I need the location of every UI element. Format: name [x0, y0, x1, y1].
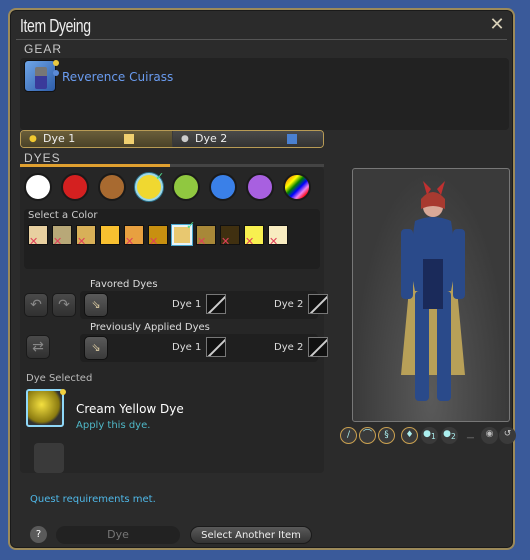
select-color-label: Select a Color: [28, 210, 98, 221]
previous-dye2-label: Dye 2: [274, 342, 304, 353]
empty-item-slot[interactable]: [34, 443, 64, 473]
favored-dyes-label: Favored Dyes: [90, 279, 158, 290]
category-green[interactable]: [172, 173, 200, 201]
category-white[interactable]: [24, 173, 52, 201]
dyes-section-label: DYES: [24, 151, 61, 165]
weapon-toggle-icon[interactable]: /: [340, 427, 357, 444]
previous-dye1-slot[interactable]: [206, 337, 226, 357]
unavailable-icon: ✕: [149, 235, 159, 248]
unavailable-icon: ✕: [77, 235, 87, 248]
dye-channel-tabs: ● Dye 1 ● Dye 2: [20, 130, 324, 148]
previously-applied-label: Previously Applied Dyes: [90, 322, 210, 333]
category-red[interactable]: [61, 173, 89, 201]
category-blue[interactable]: [209, 173, 237, 201]
select-another-item-button[interactable]: Select Another Item: [190, 526, 312, 544]
visor-toggle-icon[interactable]: §: [378, 427, 395, 444]
color-swatch[interactable]: ✕: [220, 225, 240, 248]
color-swatch[interactable]: ✕: [52, 225, 72, 248]
select-color-box: Select a Color ✕ ✕ ✕ ✕ ✕ ✓ ✕ ✕ ✕ ✕: [24, 209, 320, 269]
category-purple[interactable]: [246, 173, 274, 201]
item-dyeing-window: Item Dyeing ✕ GEAR Reverence Cuirass ● D…: [8, 8, 516, 550]
tab-dye-2[interactable]: ● Dye 2: [173, 131, 323, 147]
headgear-toggle-icon[interactable]: ⌒: [359, 427, 376, 444]
help-button[interactable]: ?: [30, 526, 47, 543]
unavailable-icon: ✕: [197, 235, 207, 248]
apply-favored-button[interactable]: ⇘: [84, 293, 108, 317]
close-icon[interactable]: ✕: [487, 15, 507, 35]
selected-dye-icon[interactable]: [26, 389, 64, 427]
favored-dye2-slot[interactable]: [308, 294, 328, 314]
apply-dye-icon: ⇘: [91, 298, 101, 311]
color-swatch[interactable]: [100, 225, 120, 245]
dye1-color-swatch: [124, 134, 134, 144]
dye-button[interactable]: Dye: [56, 526, 180, 544]
dyes-panel: ✓ Select a Color ✕ ✕ ✕ ✕ ✕ ✓ ✕ ✕ ✕ ✕ Fav…: [20, 167, 328, 473]
title-bar: Item Dyeing ✕: [16, 14, 507, 40]
tab-dye-1[interactable]: ● Dye 1: [21, 131, 172, 147]
armored-character-figure: [401, 181, 465, 401]
check-icon: ✓: [186, 219, 196, 232]
dye-selected-label: Dye Selected: [26, 373, 93, 384]
category-brown[interactable]: [98, 173, 126, 201]
color-swatch[interactable]: ✕: [124, 225, 144, 248]
apply-previous-button[interactable]: ⇘: [84, 336, 108, 360]
selected-dye-hint: Apply this dye.: [76, 420, 151, 431]
favored-dye2-label: Dye 2: [274, 299, 304, 310]
dye2-slot-dot: [53, 70, 59, 76]
dye-preview-icon[interactable]: ♦: [401, 427, 418, 444]
cuirass-icon[interactable]: [24, 60, 56, 92]
character-preview[interactable]: [352, 168, 510, 422]
color-swatch-selected[interactable]: ✓: [172, 219, 195, 245]
previous-dye2-slot[interactable]: [308, 337, 328, 357]
gear-box: Reverence Cuirass: [20, 58, 509, 130]
reset-view-icon[interactable]: ↺: [499, 427, 516, 444]
color-swatch[interactable]: ✕: [268, 225, 288, 248]
swap-dyes-button[interactable]: ⇄: [26, 335, 50, 359]
dye1-slot-dot: [53, 60, 59, 66]
unavailable-icon: ✕: [29, 235, 39, 248]
color-swatch[interactable]: ✕: [244, 225, 264, 248]
selected-dye-name: Cream Yellow Dye: [76, 402, 184, 416]
dye-drop-icon: ●: [181, 134, 189, 144]
favored-dyes-row: ⇘ Dye 1 Dye 2: [80, 291, 328, 319]
previous-dye1-label: Dye 1: [172, 342, 202, 353]
dye2-preview-icon[interactable]: ●2: [441, 427, 458, 444]
dye-drop-icon: ●: [29, 134, 37, 144]
unavailable-icon: ✕: [269, 235, 279, 248]
check-icon: ✓: [155, 170, 165, 183]
unavailable-icon: ✕: [245, 235, 255, 248]
favored-dye1-slot[interactable]: [206, 294, 226, 314]
favored-dye1-label: Dye 1: [172, 299, 202, 310]
swap-icon: ⇄: [32, 339, 44, 355]
apply-dye-icon: ⇘: [91, 341, 101, 354]
color-swatch[interactable]: ✕: [76, 225, 96, 248]
previous-dyes-row: ⇘ Dye 1 Dye 2: [80, 334, 328, 362]
tab-dye-2-label: Dye 2: [195, 132, 228, 145]
unavailable-icon: ✕: [221, 235, 231, 248]
gear-item-name: Reverence Cuirass: [62, 70, 174, 84]
dye2-color-swatch: [287, 134, 297, 144]
redo-button[interactable]: ↷: [52, 293, 76, 317]
color-swatch[interactable]: ✕: [196, 225, 216, 248]
unavailable-icon: ✕: [53, 235, 63, 248]
category-special[interactable]: [283, 173, 311, 201]
undo-button[interactable]: ↶: [24, 293, 48, 317]
color-swatch[interactable]: ✕: [148, 225, 168, 248]
view-icon[interactable]: ◉: [481, 427, 498, 444]
color-swatch[interactable]: ✕: [28, 225, 48, 248]
gear-section-label: GEAR: [24, 42, 63, 56]
tab-dye-1-label: Dye 1: [43, 132, 76, 145]
undo-icon: ↶: [30, 297, 42, 313]
window-title: Item Dyeing: [20, 16, 91, 36]
redo-icon: ↷: [58, 297, 70, 313]
dye1-preview-icon[interactable]: ●1: [421, 427, 438, 444]
dye-indicator-dot: [60, 389, 66, 395]
quest-status: Quest requirements met.: [30, 494, 156, 505]
unavailable-icon: ✕: [125, 235, 135, 248]
hide-gear-icon[interactable]: ▁: [462, 427, 479, 444]
